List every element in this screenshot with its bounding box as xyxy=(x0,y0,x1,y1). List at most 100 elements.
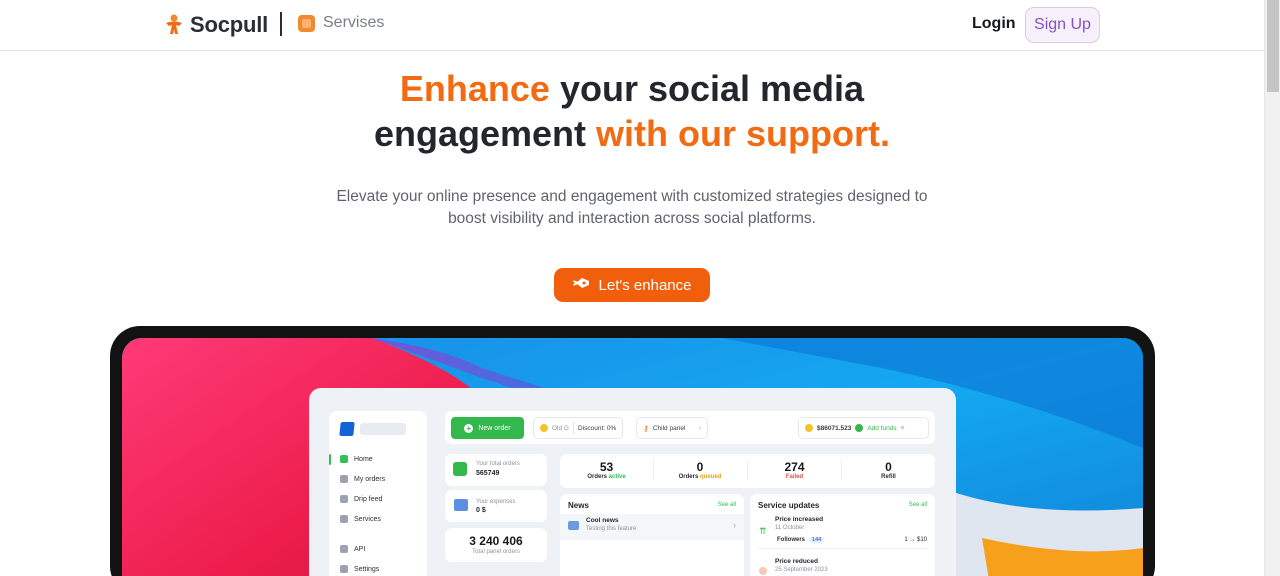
login-link[interactable]: Login xyxy=(972,15,1016,33)
update1-title: Price increased xyxy=(775,516,824,523)
update1-service: Followers 144 xyxy=(777,537,825,543)
stat-queued-status: queued xyxy=(700,474,722,480)
key-icon: ⚷ xyxy=(643,423,649,433)
news-icon xyxy=(568,521,579,530)
chip-separator xyxy=(572,422,574,434)
balance-chip[interactable]: $86071.523 Add funds ≡ xyxy=(798,417,929,439)
brand-logo[interactable]: Socpull xyxy=(164,11,268,39)
brand-name: Socpull xyxy=(190,12,269,37)
total-orders-label: Your total orders xyxy=(476,461,520,467)
stat-active-status: active xyxy=(608,474,626,480)
expenses-label: Your expenses xyxy=(476,499,516,505)
hero-title-text-2: engagement xyxy=(373,113,597,154)
panel-orders-card: 3 240 406 Total panel orders xyxy=(445,528,547,562)
price-down-icon xyxy=(759,567,767,575)
stat-queued-label: Orders xyxy=(678,474,699,480)
panel-orders-label: Total panel orders xyxy=(472,549,520,555)
add-funds-icon xyxy=(855,424,864,432)
nav-item-api[interactable]: API xyxy=(340,545,365,553)
stat-active-value: 53 xyxy=(599,460,614,474)
stat-failed-status: Failed xyxy=(785,474,804,480)
price-up-icon: ⇈ xyxy=(759,526,767,536)
header-divider xyxy=(280,12,282,36)
nav-item-settings[interactable]: Settings xyxy=(340,565,379,573)
stat-failed[interactable]: 274 Failed xyxy=(747,460,841,480)
person-logo-icon xyxy=(164,14,184,36)
user-name: Old G xyxy=(552,424,569,432)
stat-queued-value: 0 xyxy=(696,460,704,474)
plus-icon: + xyxy=(464,423,474,433)
new-order-button[interactable]: + New order xyxy=(451,417,524,439)
services-link[interactable]: Servises xyxy=(298,14,384,32)
nav-item-my-orders[interactable]: My orders xyxy=(340,475,385,483)
update2-date: 25 September 2023 xyxy=(775,567,828,573)
dashboard-logo-text xyxy=(360,423,406,435)
scrollbar-thumb[interactable] xyxy=(1267,0,1279,92)
rocket-icon xyxy=(572,276,591,294)
page-scrollbar[interactable] xyxy=(1264,0,1280,576)
balance-value: $86071.523 xyxy=(817,424,852,432)
updates-divider xyxy=(758,548,927,549)
services-label: Servises xyxy=(323,14,385,31)
expenses-value: 0 $ xyxy=(476,507,486,514)
drip-icon xyxy=(340,495,348,503)
stat-refill-label: Refill xyxy=(881,474,896,480)
expenses-card: Your expenses 0 $ xyxy=(445,490,547,522)
news-see-all-link[interactable]: See all xyxy=(718,502,736,508)
hero-title-text-1: your social media xyxy=(549,68,865,109)
stat-queued[interactable]: 0 Orders queued xyxy=(653,460,746,480)
child-panel-chip[interactable]: ⚷ Child panel › xyxy=(636,417,708,439)
user-discount-chip[interactable]: Old G Discount: 0% xyxy=(533,417,624,439)
active-nav-indicator xyxy=(329,454,331,465)
nav-item-home[interactable]: Home xyxy=(340,455,373,463)
lets-enhance-button[interactable]: Let's enhance xyxy=(554,268,710,302)
total-orders-value: 565749 xyxy=(476,470,500,477)
news-item[interactable]: Cool news Testing this feature › xyxy=(560,514,744,540)
add-funds-label: Add funds xyxy=(867,424,897,432)
update2-title: Price reduced xyxy=(775,558,818,565)
top-header: Socpull Servises Login Sign Up xyxy=(0,0,1264,51)
filter-icon: ≡ xyxy=(900,424,905,432)
service-updates-see-all-link[interactable]: See all xyxy=(909,502,927,508)
wallet-icon xyxy=(454,499,468,511)
cart-icon xyxy=(340,475,348,483)
api-icon xyxy=(340,545,348,553)
stat-refill-value: 0 xyxy=(885,460,892,474)
stat-failed-value: 274 xyxy=(784,460,805,474)
services-icon xyxy=(298,14,315,32)
panel-orders-value: 3 240 406 xyxy=(469,534,523,548)
stat-refill[interactable]: 0 Refill xyxy=(841,460,935,480)
total-orders-card: Your total orders 565749 xyxy=(445,454,547,486)
nav-item-drip-feed[interactable]: Drip feed xyxy=(340,495,382,503)
cta-label: Let's enhance xyxy=(598,276,692,294)
stat-active-label: Orders xyxy=(587,474,607,480)
stat-active[interactable]: 53 Orders active xyxy=(560,460,653,480)
signup-button[interactable]: Sign Up xyxy=(1025,7,1100,43)
nav-label: Drip feed xyxy=(354,495,383,503)
settings-icon xyxy=(340,565,348,573)
service-updates-card: Service updates See all ⇈ Price increase… xyxy=(750,494,935,576)
update1-change: 1 → $10 xyxy=(904,537,927,543)
nav-label: Home xyxy=(354,455,373,463)
hero-subtitle-line-1: Elevate your online presence and engagem… xyxy=(336,188,928,205)
user-avatar-icon xyxy=(540,424,548,432)
hero-subtitle: Elevate your online presence and engagem… xyxy=(332,186,932,230)
update1-date: 11 October xyxy=(775,525,805,531)
grid-icon xyxy=(340,515,348,523)
hero-title-accent-1: Enhance xyxy=(399,68,550,109)
nav-label: My orders xyxy=(354,475,386,483)
home-icon xyxy=(340,455,348,463)
nav-label: Settings xyxy=(354,565,380,573)
news-title: News xyxy=(568,501,589,510)
nav-item-services[interactable]: Services xyxy=(340,515,381,523)
hero-title: Enhance your social media engagement wit… xyxy=(0,66,1264,156)
news-item-title: Cool news xyxy=(586,517,619,524)
child-panel-label: Child panel xyxy=(652,424,686,432)
hero-title-accent-2: with our support. xyxy=(596,113,890,154)
new-order-label: New order xyxy=(478,424,511,432)
chevron-right-icon: › xyxy=(698,424,701,432)
update1-service-name: Followers xyxy=(777,537,806,543)
chevron-right-icon: › xyxy=(733,520,736,530)
update1-badge: 144 xyxy=(809,537,825,543)
nav-label: API xyxy=(354,545,366,553)
